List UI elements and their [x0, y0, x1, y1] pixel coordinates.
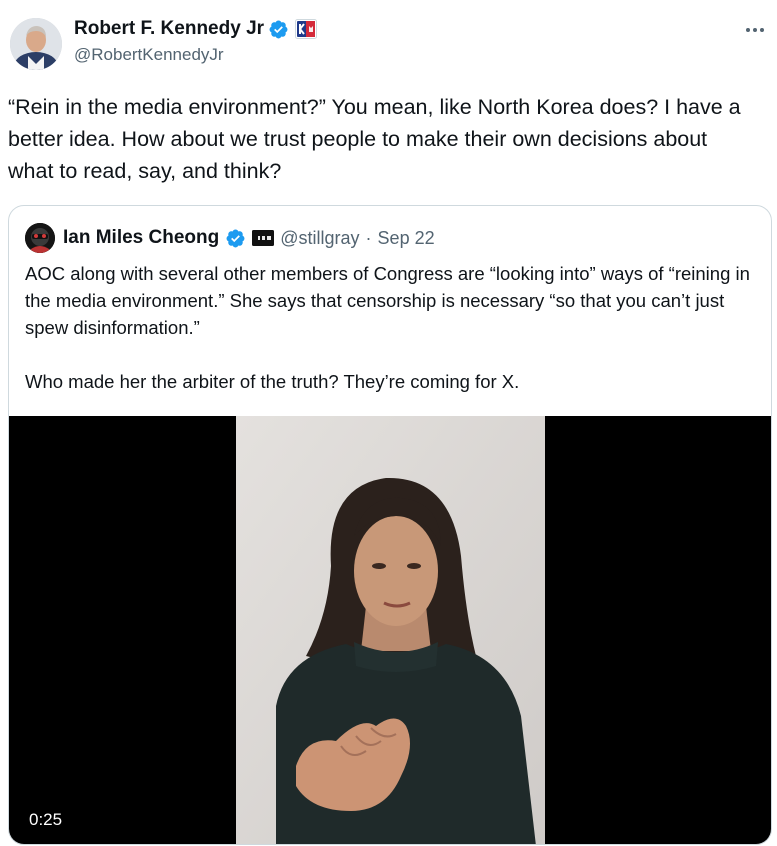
more-dot — [760, 28, 764, 32]
author-name[interactable]: Robert F. Kennedy Jr — [74, 18, 264, 40]
author-name-row: Robert F. Kennedy Jr — [74, 16, 318, 42]
tweet-card: Robert F. Kennedy Jr @RobertKennedyJr “R… — [0, 0, 777, 846]
video-thumbnail — [236, 416, 545, 844]
quoted-tweet[interactable]: Ian Miles Cheong @stillgray · Sep 22 AOC… — [8, 205, 772, 845]
quoted-author-handle[interactable]: @stillgray — [280, 228, 359, 249]
quoted-verified-badge-icon[interactable] — [225, 228, 246, 249]
affiliate-badge-icon[interactable] — [295, 19, 318, 39]
quoted-author-avatar[interactable] — [25, 223, 55, 253]
quoted-paragraph-2: Who made her the arbiter of the truth? T… — [25, 371, 520, 392]
dot-separator: · — [365, 227, 372, 248]
more-options-button[interactable] — [741, 18, 769, 42]
quoted-paragraph-1: AOC along with several other members of … — [25, 263, 750, 338]
organization-badge-icon[interactable] — [252, 230, 275, 246]
more-dot — [753, 28, 757, 32]
quoted-author-name[interactable]: Ian Miles Cheong — [63, 227, 219, 249]
video-duration: 0:25 — [29, 810, 63, 829]
video-player[interactable]: 0:25 — [9, 416, 771, 844]
tweet-text: “Rein in the media environment?” You mea… — [8, 95, 741, 183]
author-avatar[interactable] — [10, 18, 62, 70]
quoted-tweet-text: AOC along with several other members of … — [25, 260, 760, 395]
quoted-tweet-header: Ian Miles Cheong @stillgray · Sep 22 — [25, 223, 435, 253]
more-horizontal-icon — [746, 28, 750, 32]
verified-badge-icon[interactable] — [268, 19, 289, 40]
quoted-tweet-date[interactable]: Sep 22 — [378, 228, 435, 249]
author-handle[interactable]: @RobertKennedyJr — [74, 45, 224, 65]
